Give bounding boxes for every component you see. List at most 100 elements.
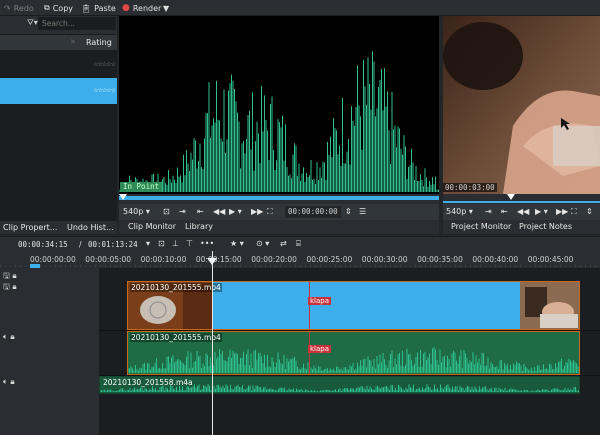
monitor-menu-icon[interactable]: ☰	[359, 207, 366, 216]
playhead-handle[interactable]	[207, 258, 217, 265]
render-button[interactable]: ● Render	[122, 2, 161, 14]
timeline-toolbar: 00:00:34:15 / 00:01:13:24 ▾ ⊡ ⊥ ⊤ ••• ★ …	[0, 236, 600, 251]
clip-audio-waveform	[118, 51, 439, 192]
project-playhead-marker[interactable]	[507, 194, 515, 200]
rating-column-header[interactable]: Rating	[86, 38, 112, 47]
timeline-ruler[interactable]: 00:00:00:00 00:00:05:00 00:00:10:00 00:00:1…	[0, 251, 600, 268]
clip-playhead-marker[interactable]	[119, 194, 127, 200]
paste-button[interactable]: 📋︎ Paste	[81, 2, 116, 14]
project-resolution-select[interactable]: 540p ▾	[446, 207, 473, 216]
project-monitor-view[interactable]	[443, 16, 600, 194]
set-out-icon[interactable]: ⇤	[501, 207, 508, 216]
project-monitor-ruler[interactable]	[443, 194, 600, 204]
timeline-position[interactable]: 00:00:34:15	[18, 240, 68, 249]
video-clip[interactable]: 20210130_201555.mp4 klapa	[127, 281, 580, 330]
favorite-effects-icon[interactable]: ★ ▾	[230, 239, 244, 248]
clip-zone-bar[interactable]	[119, 196, 439, 200]
ruler-tick-label: 00:00:05:00	[85, 255, 132, 264]
forward-icon[interactable]: ▶▶	[251, 207, 263, 216]
timecode-stepper-icon[interactable]: ⇕	[345, 207, 352, 216]
overwrite-icon[interactable]: ⊥	[172, 239, 179, 248]
clip-monitor-view[interactable]	[118, 16, 439, 194]
paste-label: Paste	[94, 3, 116, 13]
redo-label: Redo	[13, 3, 34, 13]
duration-dropdown-icon[interactable]: ▾	[146, 239, 150, 248]
chevron-down-icon: ▼	[163, 3, 170, 13]
clip-resolution-select[interactable]: 540p ▾	[123, 207, 150, 216]
main-toolbar: ↷ Redo ⧉ Copy 📋︎ Paste ● Render ▼	[0, 0, 600, 16]
clip-thumbnail-end	[520, 282, 579, 329]
redo-button[interactable]: ↷ Redo	[4, 2, 34, 14]
timecode-stepper-icon[interactable]: ⇕	[586, 207, 593, 216]
tab-project-monitor[interactable]: Project Monitor	[451, 222, 511, 231]
lift-icon[interactable]: ⊤	[186, 239, 193, 248]
audio-clip-name: 20210130_201555.mp4	[130, 333, 222, 342]
timeline-duration: 00:01:13:24	[88, 240, 138, 249]
clip-marker[interactable]: klapa	[308, 345, 332, 353]
copy-button[interactable]: ⧉ Copy	[44, 2, 73, 14]
set-out-icon[interactable]: ⇤	[197, 207, 204, 216]
zoom-fit-icon[interactable]: ⊡	[163, 207, 170, 216]
bin-item-selected[interactable]: ☆☆☆☆☆	[0, 78, 117, 104]
project-timecode-overlay: 00:00:03:00	[443, 183, 497, 192]
tab-undo-history[interactable]: Undo Hist...	[67, 223, 114, 232]
clip-timecode-field[interactable]: 00:00:00:00	[285, 206, 341, 218]
forward-icon[interactable]: ▶▶	[556, 207, 568, 216]
play-icon[interactable]: ▶ ▾	[229, 207, 242, 216]
swap-icon[interactable]: ⇄	[280, 239, 287, 248]
redo-icon: ↷	[4, 3, 11, 13]
clear-sort-icon[interactable]: ✕	[70, 38, 76, 46]
insert-icon[interactable]: ⊡	[158, 239, 165, 248]
play-icon[interactable]: ▶ ▾	[535, 207, 548, 216]
set-in-icon[interactable]: ⇥	[485, 207, 492, 216]
tab-library[interactable]: Library	[185, 222, 213, 231]
project-bin: ⛛▾ ✕ Rating ☆☆☆☆☆ ☆☆☆☆☆	[0, 16, 117, 220]
render-label: Render	[132, 3, 162, 13]
track-headers: 🖫︎ 🔒︎ 🖫︎ 🔒︎ 🔈︎ 🔒︎ 🔈︎ 🔒︎	[0, 268, 99, 435]
audio-clip-2[interactable]: 20210130_201558.m4a	[99, 376, 580, 394]
fullscreen-icon[interactable]: ⛶	[571, 207, 577, 217]
copy-label: Copy	[52, 3, 74, 13]
ruler-tick-label: 00:00:25:00	[306, 255, 353, 264]
bin-column-header: ✕ Rating	[0, 34, 117, 50]
video-track-icon[interactable]: 🖫︎ 🔒︎	[3, 281, 17, 295]
render-record-icon: ●	[122, 3, 130, 13]
rating-stars[interactable]: ☆☆☆☆☆	[93, 87, 116, 94]
bin-item[interactable]: ☆☆☆☆☆	[0, 52, 117, 78]
snap-icon[interactable]: ⊙ ▾	[256, 239, 269, 248]
bin-search-input[interactable]	[38, 17, 116, 30]
spacer-dots-icon[interactable]: •••	[200, 239, 214, 248]
timecode-separator: /	[79, 240, 82, 249]
rewind-icon[interactable]: ◀◀	[517, 207, 529, 216]
bin-header: ⛛▾ ✕ Rating	[0, 16, 117, 50]
audio-track-icon[interactable]: 🔈︎ 🔒︎	[3, 332, 15, 342]
in-point-label: In Point	[120, 182, 163, 192]
audio-track-icon[interactable]: 🔈︎ 🔒︎	[3, 377, 15, 387]
timeline-settings-icon[interactable]: ⌸	[296, 239, 301, 249]
rating-stars[interactable]: ☆☆☆☆☆	[93, 61, 116, 68]
ruler-tick-label: 00:00:10:00	[140, 255, 187, 264]
ruler-tick-label: 00:00:20:00	[251, 255, 297, 264]
render-menu-button[interactable]: ▼	[163, 2, 169, 14]
tab-clip-monitor[interactable]: Clip Monitor	[128, 222, 176, 231]
clip-marker[interactable]: klapa	[308, 297, 332, 305]
rewind-icon[interactable]: ◀◀	[213, 207, 225, 216]
timeline-tracks[interactable]: 20210130_201555.mp4 klapa 20210130_20155…	[99, 268, 600, 435]
marker-line	[309, 332, 310, 374]
ruler-tick-label: 00:00:40:00	[472, 255, 519, 264]
tab-clip-properties[interactable]: Clip Propert...	[3, 223, 57, 232]
project-monitor-tabbar: Project Monitor Project Notes	[443, 220, 600, 234]
set-in-icon[interactable]: ⇥	[179, 207, 186, 216]
clip-monitor-controls: 540p ▾ ⊡ ⇥ ⇤ ◀◀ ▶ ▾ ▶▶ ⛶ 00:00:00:00 ⇕ ☰	[119, 204, 439, 220]
tab-project-notes[interactable]: Project Notes	[519, 222, 572, 231]
clip-monitor-ruler[interactable]	[119, 194, 439, 204]
audio-clip[interactable]: 20210130_201555.mp4 klapa	[127, 331, 580, 375]
clip-resolution-value: 540p	[123, 207, 144, 216]
fullscreen-icon[interactable]: ⛶	[267, 207, 273, 217]
filter-icon[interactable]: ⛛▾	[27, 18, 38, 28]
paste-icon: 📋︎	[81, 3, 92, 13]
ruler-tick-label: 00:00:15:00	[195, 255, 242, 264]
timeline-playhead[interactable]	[212, 251, 213, 435]
ruler-tick-label: 00:00:30:00	[361, 255, 408, 264]
project-zone-bar[interactable]	[443, 201, 600, 203]
